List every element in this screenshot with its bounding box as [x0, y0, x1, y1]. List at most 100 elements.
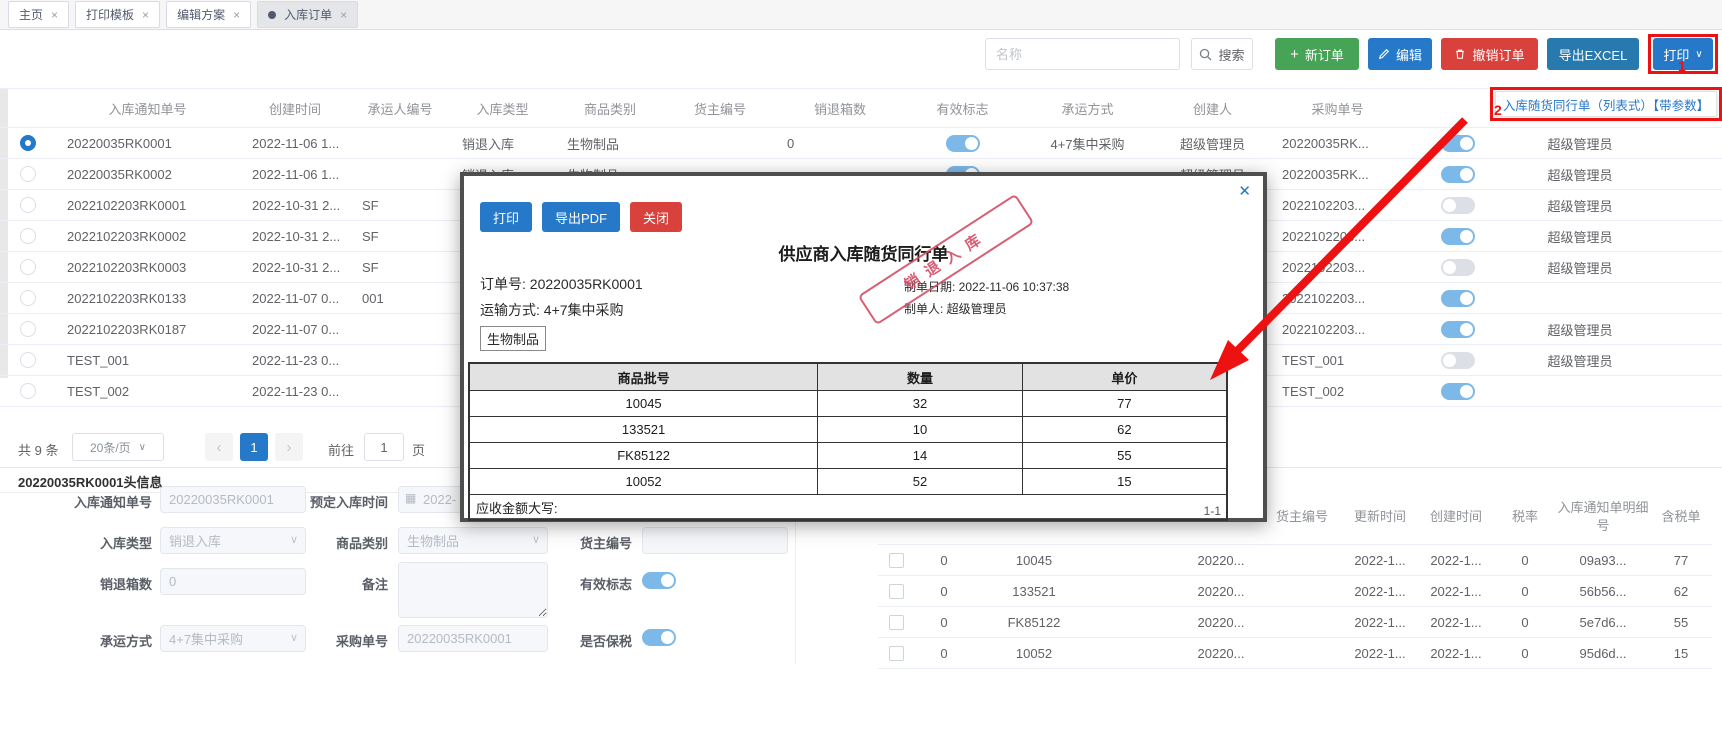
cell: 2022-11-06 1... [240, 127, 350, 159]
cell [350, 344, 450, 376]
cell: FK85122 [974, 606, 1094, 638]
search-icon [1199, 48, 1213, 61]
cell [350, 313, 450, 345]
cell: 2022102203... [1270, 313, 1405, 345]
tab-inbound-order[interactable]: 入库订单 × [257, 1, 359, 28]
col-header: 含税单 [1650, 490, 1712, 545]
page-size-select[interactable]: 20条/页 ∨ [72, 433, 164, 461]
notice-no-label: 入库通知单号 [73, 495, 152, 510]
cell: 超级管理员 [1510, 251, 1650, 283]
remark-textarea[interactable] [398, 562, 548, 618]
cell: 2022102203RK0002 [55, 220, 240, 252]
cell: 2022-10-31 2... [240, 189, 350, 221]
cell: TEST_001 [1270, 344, 1405, 376]
cell: 001 [350, 282, 450, 314]
plus-icon: + [1290, 45, 1299, 63]
row-radio[interactable] [19, 197, 36, 213]
cell: 133521 [468, 416, 819, 443]
cell: 2022-1... [1418, 575, 1494, 607]
row-radio[interactable] [19, 352, 36, 368]
detail-row[interactable]: 0 10052 20220... 2022-1... 2022-1... 0 9… [878, 637, 1712, 669]
tab-label: 主页 [19, 8, 44, 22]
row-radio[interactable] [19, 166, 36, 182]
search-button[interactable]: 搜索 [1191, 38, 1253, 70]
carry-method-select [160, 625, 306, 652]
table-row[interactable]: 20220035RK0001 2022-11-06 1... 销退入库 生物制品… [0, 127, 1722, 159]
return-boxes-label: 销退箱数 [99, 577, 152, 592]
row-toggle[interactable] [1440, 196, 1475, 214]
cell: 2022102203RK0001 [55, 189, 240, 221]
row-checkbox[interactable] [888, 583, 904, 599]
detail-row[interactable]: 0 10045 20220... 2022-1... 2022-1... 0 0… [878, 544, 1712, 576]
new-order-button[interactable]: + 新订单 [1275, 38, 1359, 70]
chevron-down-icon: ∨ [138, 441, 146, 453]
row-toggle[interactable] [1440, 289, 1475, 307]
export-excel-button[interactable]: 导出EXCEL [1547, 38, 1639, 70]
col-header: 货主编号 [665, 88, 775, 128]
cell: SF [350, 251, 450, 283]
row-toggle[interactable] [1440, 134, 1475, 152]
tab-home[interactable]: 主页 × [8, 1, 70, 28]
cell: 20220... [1180, 544, 1262, 576]
cell: 2022102203... [1270, 189, 1405, 221]
row-radio[interactable] [19, 228, 36, 244]
row-radio[interactable] [19, 383, 36, 399]
tab-edit-scheme[interactable]: 编辑方案 × [166, 1, 252, 28]
col-header: 采购单号 [1270, 88, 1405, 128]
next-page-button[interactable]: › [275, 433, 303, 461]
current-page-button[interactable]: 1 [240, 433, 268, 461]
row-checkbox[interactable] [888, 645, 904, 661]
valid-toggle[interactable] [945, 134, 980, 152]
cell: 55 [1650, 606, 1712, 638]
row-radio[interactable] [19, 135, 36, 151]
cell: 2022102203RK0133 [55, 282, 240, 314]
doc-category-box: 生物制品 [480, 326, 547, 351]
cell: 2022-11-07 0... [240, 313, 350, 345]
tab-close-icon[interactable]: × [142, 8, 149, 22]
row-toggle[interactable] [1440, 227, 1475, 245]
row-radio[interactable] [19, 290, 36, 306]
cell: 2022102203RK0003 [55, 251, 240, 283]
row-toggle[interactable] [1440, 382, 1475, 400]
tab-close-icon[interactable]: × [51, 8, 58, 22]
valid-flag-toggle[interactable] [642, 572, 676, 589]
cell: 2022-1... [1342, 544, 1418, 576]
tab-close-icon[interactable]: × [340, 8, 347, 22]
tab-close-icon[interactable]: × [233, 8, 240, 22]
row-toggle[interactable] [1440, 258, 1475, 276]
cell [1262, 606, 1342, 638]
cell: 2022-11-23 0... [240, 375, 350, 407]
goto-page-input[interactable] [364, 433, 404, 461]
accompanying-doc-modal: ✕ 打印 导出PDF 关闭 供应商入库随货同行单 订单号: 20220035RK… [460, 172, 1267, 522]
bonded-toggle[interactable] [642, 629, 676, 646]
row-toggle[interactable] [1440, 351, 1475, 369]
detail-row[interactable]: 0 FK85122 20220... 2022-1... 2022-1... 0… [878, 606, 1712, 638]
row-radio[interactable] [19, 259, 36, 275]
cell: 2022-1... [1418, 637, 1494, 669]
modal-export-pdf-button[interactable]: 导出PDF [542, 202, 621, 232]
close-icon[interactable]: ✕ [1238, 182, 1251, 200]
doc-table-row: 10052 52 15 [468, 468, 1228, 495]
doc-table-row: 133521 10 62 [468, 416, 1228, 443]
row-checkbox[interactable] [888, 552, 904, 568]
cell: 10 [817, 416, 1023, 443]
detail-row[interactable]: 0 133521 20220... 2022-1... 2022-1... 0 … [878, 575, 1712, 607]
row-toggle[interactable] [1440, 320, 1475, 338]
modal-print-button[interactable]: 打印 [480, 202, 533, 232]
cell: 2022102203... [1270, 251, 1405, 283]
cancel-order-button[interactable]: 撤销订单 [1441, 38, 1538, 70]
row-checkbox[interactable] [888, 614, 904, 630]
modal-close-button[interactable]: 关闭 [630, 202, 683, 232]
cell: SF [350, 220, 450, 252]
col-header: 创建时间 [1418, 490, 1494, 545]
cell: 20220... [1180, 606, 1262, 638]
col-header: 入库通知单明细号 [1556, 490, 1650, 545]
search-input[interactable] [985, 38, 1180, 70]
col-header: 有效标志 [905, 88, 1020, 128]
owner-no-field[interactable] [642, 527, 788, 554]
edit-button[interactable]: 编辑 [1368, 38, 1432, 70]
row-toggle[interactable] [1440, 165, 1475, 183]
prev-page-button[interactable]: ‹ [205, 433, 233, 461]
row-radio[interactable] [19, 321, 36, 337]
tab-print-template[interactable]: 打印模板 × [75, 1, 161, 28]
